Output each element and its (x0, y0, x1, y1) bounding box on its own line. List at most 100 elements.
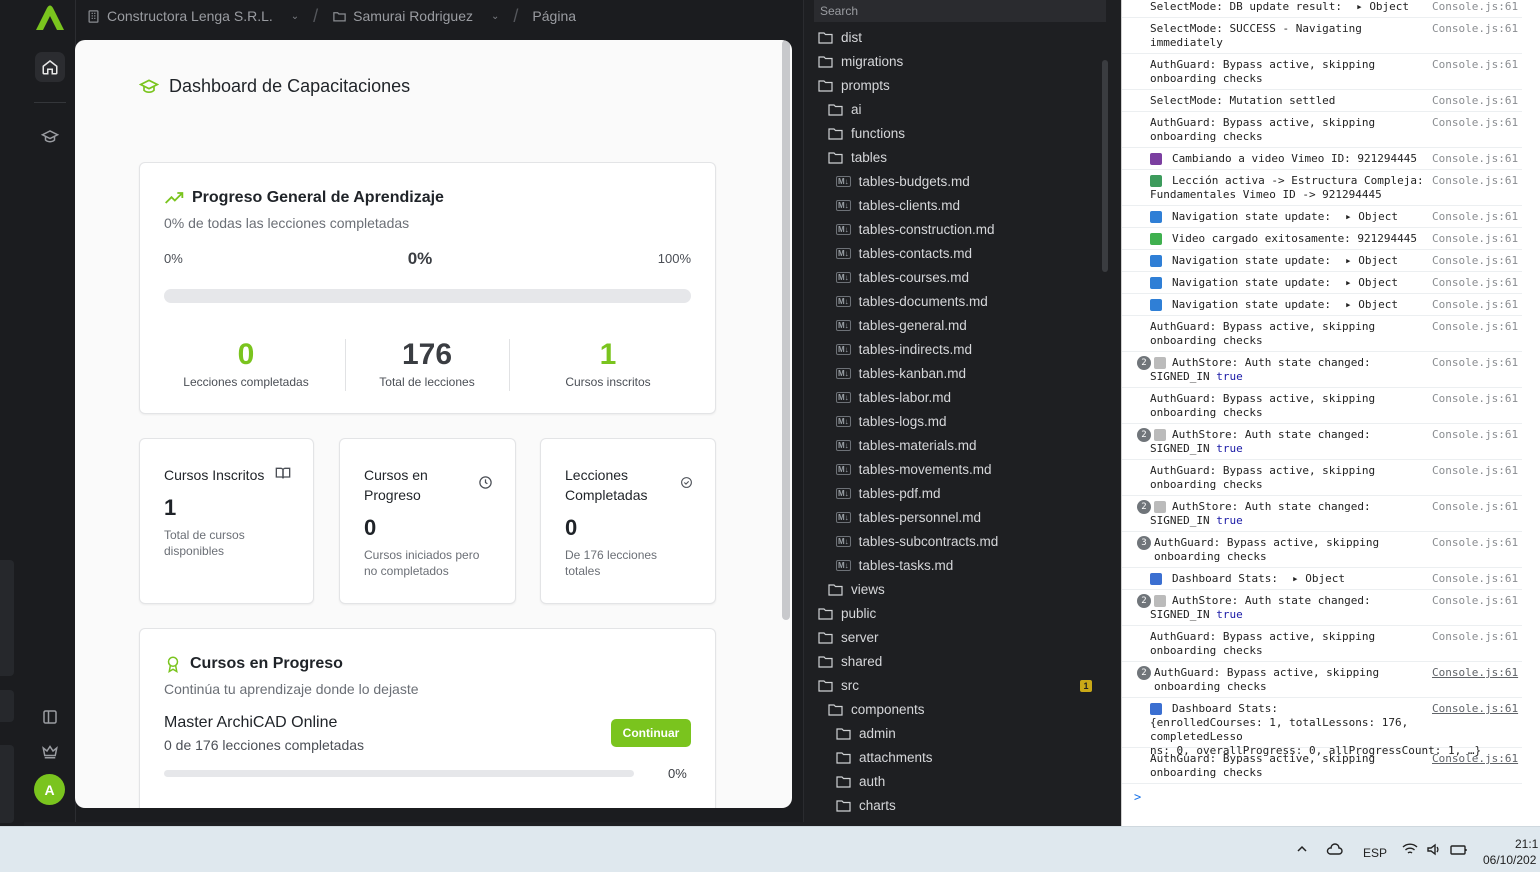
file-item[interactable]: M↓ tables-clients.md (836, 193, 960, 217)
folder-item[interactable]: charts (836, 793, 896, 817)
log-source-link[interactable]: Console.js:61 (1432, 752, 1518, 766)
clock-date[interactable]: 06/10/202 (1483, 853, 1536, 867)
clock-time[interactable]: 21:1 (1515, 837, 1538, 851)
app-logo[interactable] (34, 4, 66, 39)
log-source-link[interactable]: Console.js:61 (1432, 320, 1518, 334)
file-item[interactable]: M↓ tables-logs.md (836, 409, 946, 433)
folder-item[interactable]: ai (828, 97, 862, 121)
expand-triangle-icon[interactable]: ▸ (1356, 0, 1369, 13)
expand-triangle-icon[interactable]: ▸ (1345, 298, 1358, 311)
log-source-link[interactable]: Console.js:61 (1432, 392, 1518, 406)
file-item[interactable]: M↓ tables-general.md (836, 313, 967, 337)
log-source-link[interactable]: Console.js:61 (1432, 298, 1518, 312)
log-source-link[interactable]: Console.js:61 (1432, 500, 1518, 514)
panel-scrollbar[interactable] (782, 40, 790, 620)
console-log-row[interactable]: 2 AuthStore: Auth state changed: SIGNED_I… (1122, 424, 1522, 460)
continue-button[interactable]: Continuar (611, 719, 691, 747)
avatar[interactable]: A (34, 774, 65, 805)
folder-item[interactable]: views (828, 577, 885, 601)
log-source-link[interactable]: Console.js:61 (1432, 254, 1518, 268)
log-source-link[interactable]: Console.js:61 (1432, 232, 1518, 246)
object-preview[interactable]: Object (1305, 572, 1345, 585)
log-source-link[interactable]: Console.js:61 (1432, 536, 1518, 550)
log-source-link[interactable]: Console.js:61 (1432, 464, 1518, 478)
expand-triangle-icon[interactable]: ▸ (1292, 572, 1305, 585)
log-source-link[interactable]: Console.js:61 (1432, 22, 1518, 36)
log-source-link[interactable]: Console.js:61 (1432, 152, 1518, 166)
home-icon[interactable] (35, 52, 65, 82)
sidebar-toggle-icon[interactable] (35, 702, 65, 732)
console-log-row[interactable]: AuthGuard: Bypass active, skipping onboa… (1122, 388, 1522, 424)
graduation-cap-icon[interactable] (35, 122, 65, 152)
object-preview[interactable]: Object (1358, 276, 1398, 289)
log-source-link[interactable]: Console.js:61 (1432, 594, 1518, 608)
folder-item[interactable]: public (818, 601, 876, 625)
log-source-link[interactable]: Console.js:61 (1432, 94, 1518, 108)
console-log-row[interactable]: 2 AuthStore: Auth state changed: SIGNED_I… (1122, 352, 1522, 388)
file-item[interactable]: M↓ tables-materials.md (836, 433, 976, 457)
file-item[interactable]: M↓ tables-kanban.md (836, 361, 966, 385)
console-log-row[interactable]: AuthGuard: Bypass active, skipping onboa… (1122, 460, 1522, 496)
console-log-row[interactable]: 2 AuthStore: Auth state changed: SIGNED_I… (1122, 496, 1522, 532)
console-log-row[interactable]: Lección activa -> Estructura Compleja: F… (1122, 170, 1522, 206)
expand-triangle-icon[interactable]: ▸ (1345, 276, 1358, 289)
folder-item[interactable]: attachments (836, 745, 933, 769)
file-item[interactable]: M↓ tables-documents.md (836, 289, 988, 313)
wifi-icon[interactable] (1402, 843, 1418, 859)
log-source-link[interactable]: Console.js:61 (1432, 356, 1518, 370)
folder-item[interactable]: admin (836, 721, 896, 745)
log-source-link[interactable]: Console.js:61 (1432, 702, 1518, 716)
file-item[interactable]: M↓ tables-budgets.md (836, 169, 970, 193)
crown-icon[interactable] (35, 736, 65, 766)
folder-item[interactable]: tables (828, 145, 887, 169)
file-item[interactable]: M↓ tables-courses.md (836, 265, 969, 289)
file-item[interactable]: M↓ tables-personnel.md (836, 505, 981, 529)
console-log-row[interactable]: AuthGuard: Bypass active, skipping onboa… (1122, 316, 1522, 352)
console-log-row[interactable]: AuthGuard: Bypass active, skipping onboa… (1122, 626, 1522, 662)
folder-item[interactable]: prompts (818, 73, 890, 97)
folder-item[interactable]: shared (818, 649, 882, 673)
console-log-row[interactable]: Navigation state update: ▸ Object Console.… (1122, 250, 1522, 272)
volume-icon[interactable] (1426, 843, 1442, 859)
explorer-scrollbar[interactable] (1102, 60, 1108, 272)
object-preview[interactable]: Object (1358, 210, 1398, 223)
file-item[interactable]: M↓ tables-tasks.md (836, 553, 953, 577)
log-source-link[interactable]: Console.js:61 (1432, 210, 1518, 224)
log-source-link[interactable]: Console.js:61 (1432, 428, 1518, 442)
course-name[interactable]: Master ArchiCAD Online (164, 714, 337, 732)
log-source-link[interactable]: Console.js:61 (1432, 116, 1518, 130)
console-prompt[interactable]: > (1134, 790, 1141, 804)
log-source-link[interactable]: Console.js:61 (1432, 0, 1518, 14)
language-indicator[interactable]: ESP (1363, 846, 1387, 860)
object-preview[interactable]: Object (1369, 0, 1409, 13)
log-source-link[interactable]: Console.js:61 (1432, 276, 1518, 290)
console-log-row[interactable]: AuthGuard: Bypass active, skipping onboa… (1122, 748, 1522, 784)
chevron-up-icon[interactable] (1296, 843, 1308, 858)
file-item[interactable]: M↓ tables-construction.md (836, 217, 994, 241)
log-source-link[interactable]: Console.js:61 (1432, 630, 1518, 644)
breadcrumb-company[interactable]: Constructora Lenga S.R.L. ⌄ (86, 8, 299, 24)
breadcrumb-user[interactable]: Samurai Rodriguez ⌄ (332, 8, 499, 24)
console-log-row[interactable]: SelectMode: DB update result: ▸ Object Con… (1122, 0, 1522, 18)
folder-item[interactable]: migrations (818, 49, 903, 73)
file-item[interactable]: M↓ tables-indirects.md (836, 337, 972, 361)
console-log-row[interactable]: Dashboard Stats: {enrolledCourses: 1, to… (1122, 698, 1522, 757)
folder-item[interactable]: server (818, 625, 879, 649)
console-log-row[interactable]: 2 AuthGuard: Bypass active, skipping onbo… (1122, 662, 1522, 698)
file-item[interactable]: M↓ tables-contacts.md (836, 241, 972, 265)
log-source-link[interactable]: Console.js:61 (1432, 572, 1518, 586)
console-log-row[interactable]: Navigation state update: ▸ Object Console.… (1122, 294, 1522, 316)
console-log-row[interactable]: SelectMode: Mutation settled Console.js:6… (1122, 90, 1522, 112)
expand-triangle-icon[interactable]: ▸ (1345, 210, 1358, 223)
explorer-search-input[interactable]: Search (814, 0, 1106, 22)
cloud-icon[interactable] (1325, 843, 1343, 858)
expand-triangle-icon[interactable]: ▸ (1345, 254, 1358, 267)
battery-icon[interactable] (1450, 843, 1468, 859)
log-source-link[interactable]: Console.js:61 (1432, 174, 1518, 188)
file-item[interactable]: M↓ tables-movements.md (836, 457, 991, 481)
console-log-row[interactable]: SelectMode: SUCCESS - Navigating immedia… (1122, 18, 1522, 54)
console-log-row[interactable]: 3 AuthGuard: Bypass active, skipping onbo… (1122, 532, 1522, 568)
console-log-row[interactable]: Navigation state update: ▸ Object Console.… (1122, 206, 1522, 228)
file-item[interactable]: M↓ tables-labor.md (836, 385, 951, 409)
log-source-link[interactable]: Console.js:61 (1432, 666, 1518, 680)
